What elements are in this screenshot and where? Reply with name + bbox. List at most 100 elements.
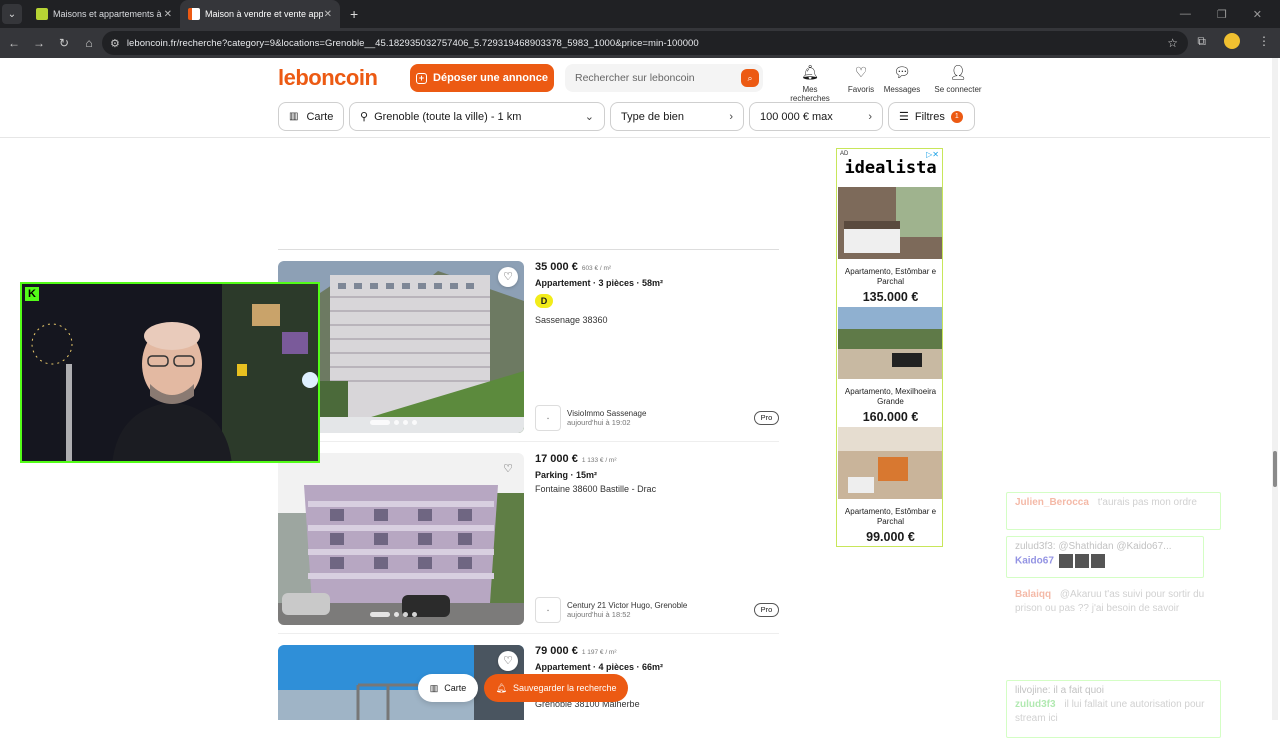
restore-icon[interactable]: ❐: [1217, 8, 1227, 21]
location-pin-icon: ⚲: [360, 111, 369, 123]
listing-card[interactable]: ♡ 35 000 €603 € / m² Appartement · 3 piè…: [278, 261, 779, 433]
login-label: Se connecter: [934, 85, 982, 94]
browser-tab-active[interactable]: Maison à vendre et vente appartement ✕: [180, 0, 340, 28]
seller-name: VisioImmo Sassenage: [567, 409, 647, 418]
listing-price: 17 000 €1 133 € / m²: [535, 453, 617, 465]
site-logo[interactable]: leboncoin: [278, 65, 378, 91]
seller-logo: ▪: [535, 405, 561, 431]
photo-carousel-dots[interactable]: [370, 612, 417, 617]
ad-item-caption: Apartamento, Mexilhoeira Grande: [844, 387, 937, 406]
ad-item[interactable]: Apartamento, Estômbar e Parchal 99.000 €: [838, 427, 942, 544]
row-divider: [278, 441, 779, 442]
chat-message: zulud3f3: @Shathidan @Kaido67... Kaido67: [1006, 536, 1204, 578]
back-icon[interactable]: ←: [3, 36, 25, 50]
favorites-label: Favoris: [847, 85, 875, 94]
my-searches-label: Mes recherches: [790, 85, 830, 103]
price-per-m2: 1 197 € / m²: [581, 649, 617, 656]
search-icon[interactable]: ⌕: [741, 69, 759, 87]
ad-item[interactable]: Apartamento, Estômbar e Parchal 135.000 …: [838, 187, 942, 304]
chat-message: Julien_Berocca t'aurais pas mon ordre: [1006, 492, 1221, 530]
section-divider: [278, 249, 779, 250]
chat-message: Balaiqq @Akaruu t'as suivi pour sortir d…: [1006, 584, 1221, 624]
location-filter-button[interactable]: ⚲ Grenoble (toute la ville) - 1 km ⌄: [349, 102, 605, 131]
listing-type: Appartement · 4 pièces · 66m²: [535, 662, 664, 672]
streamer-webcam-overlay: K: [20, 282, 320, 463]
favorite-heart-icon[interactable]: ♡: [498, 459, 518, 479]
listing-price: 79 000 €1 197 € / m²: [535, 645, 617, 657]
tab-title: Maison à vendre et vente appartement: [205, 9, 323, 19]
close-tab-icon[interactable]: ✕: [164, 9, 172, 20]
page-content: leboncoin + Déposer une annonce Recherch…: [0, 58, 1280, 738]
bell-icon: 🔔︎: [495, 682, 507, 693]
home-icon[interactable]: ⌂: [78, 36, 100, 50]
tab-favicon-icon: [36, 8, 48, 20]
site-info-icon[interactable]: ⚙: [110, 37, 120, 50]
reload-icon[interactable]: ↻: [53, 36, 75, 50]
price-filter-button[interactable]: 100 000 € max ›: [749, 102, 883, 131]
new-tab-icon[interactable]: +: [350, 6, 358, 22]
chat-reply-context: zulud3f3: @Shathidan @Kaido67...: [1015, 541, 1172, 552]
seller-logo: ▪: [535, 597, 561, 623]
map-filter-button[interactable]: ▥ Carte: [278, 102, 344, 131]
filter-count-badge: 1: [950, 110, 963, 123]
browser-menu-icon[interactable]: ⋮: [1258, 34, 1270, 48]
chat-reply-context: lilvojine: il a fait quoi: [1015, 685, 1104, 696]
idealista-ad-banner[interactable]: AD ▷✕ idealista Apartamento, Estômbar e …: [836, 148, 943, 547]
pro-badge: Pro: [754, 411, 779, 425]
search-placeholder: Rechercher sur leboncoin: [575, 72, 695, 84]
tab-search-icon[interactable]: ⌄: [2, 4, 22, 24]
profile-avatar[interactable]: [1224, 33, 1240, 49]
price-per-m2: 1 133 € / m²: [581, 457, 617, 464]
photo-carousel-dots[interactable]: [370, 420, 417, 425]
ad-item[interactable]: Apartamento, Mexilhoeira Grande 160.000 …: [838, 307, 942, 424]
forward-icon[interactable]: →: [28, 36, 50, 50]
search-input[interactable]: Rechercher sur leboncoin ⌕: [565, 64, 763, 92]
listing-photo[interactable]: ♡: [278, 453, 524, 625]
more-filters-button[interactable]: ☰ Filtres 1: [888, 102, 975, 131]
bell-icon: 🔔︎: [801, 64, 819, 80]
property-type-label: Type de bien: [621, 110, 684, 123]
seller-info[interactable]: ▪ VisioImmo Sassenage aujourd'hui à 19:0…: [535, 405, 646, 431]
favorites-button[interactable]: ♡ Favoris: [844, 64, 878, 94]
floating-actions: ▥ Carte 🔔︎ Sauvegarder la recherche: [418, 674, 628, 702]
bookmark-star-icon[interactable]: ☆: [1167, 36, 1178, 50]
kick-logo-icon: K: [25, 287, 39, 301]
close-window-icon[interactable]: ✕: [1253, 8, 1262, 21]
listing-type: Parking · 15m²: [535, 470, 598, 480]
energy-rating-badge: D: [535, 294, 553, 308]
user-icon: 👤︎: [949, 64, 967, 80]
message-icon: 💬︎: [893, 64, 911, 80]
floating-map-button[interactable]: ▥ Carte: [418, 674, 478, 702]
address-bar[interactable]: ⚙ leboncoin.fr/recherche?category=9&loca…: [102, 31, 1188, 55]
page-scrollbar[interactable]: [1272, 58, 1278, 720]
minimize-icon[interactable]: —: [1180, 8, 1191, 20]
browser-tab[interactable]: Maisons et appartements à vendre ✕: [28, 0, 180, 28]
save-search-button[interactable]: 🔔︎ Sauvegarder la recherche: [484, 674, 628, 702]
ad-item-image: [838, 427, 942, 499]
scrollbar-thumb[interactable]: [1273, 451, 1277, 487]
map-icon: ▥: [289, 111, 299, 122]
my-searches-button[interactable]: 🔔︎ Mes recherches: [782, 64, 838, 103]
listing-card[interactable]: ♡ 17 000 €1 133 € / m² Parking · 15m² Fo…: [278, 453, 779, 625]
chevron-right-icon: ›: [729, 110, 733, 123]
browser-toolbar: ← → ↻ ⌂ ⚙ leboncoin.fr/recherche?categor…: [0, 28, 1280, 58]
listing-location: Fontaine 38600 Bastille - Drac: [535, 484, 657, 494]
property-type-filter-button[interactable]: Type de bien ›: [610, 102, 744, 131]
emote-icon: [1058, 554, 1073, 568]
messages-button[interactable]: 💬︎ Messages: [882, 64, 922, 94]
site-header: leboncoin + Déposer une annonce Recherch…: [0, 58, 1270, 138]
extensions-icon[interactable]: ⧉: [1197, 34, 1206, 49]
chevron-down-icon: ⌄: [584, 111, 594, 123]
price-filter-label: 100 000 € max: [760, 110, 833, 123]
save-search-label: Sauvegarder la recherche: [512, 683, 617, 693]
location-filter-label: Grenoble (toute la ville) - 1 km: [374, 110, 522, 123]
seller-name: Century 21 Victor Hugo, Grenoble: [567, 601, 688, 610]
listing-date: aujourd'hui à 18:52: [567, 610, 631, 619]
favorite-heart-icon[interactable]: ♡: [498, 267, 518, 287]
favorite-heart-icon[interactable]: ♡: [498, 651, 518, 671]
login-button[interactable]: 👤︎ Se connecter: [932, 64, 984, 94]
seller-info[interactable]: ▪ Century 21 Victor Hugo, Grenoble aujou…: [535, 597, 687, 623]
map-icon: ▥: [429, 682, 439, 693]
close-tab-icon[interactable]: ✕: [324, 9, 332, 20]
post-ad-button[interactable]: + Déposer une annonce: [410, 64, 554, 92]
